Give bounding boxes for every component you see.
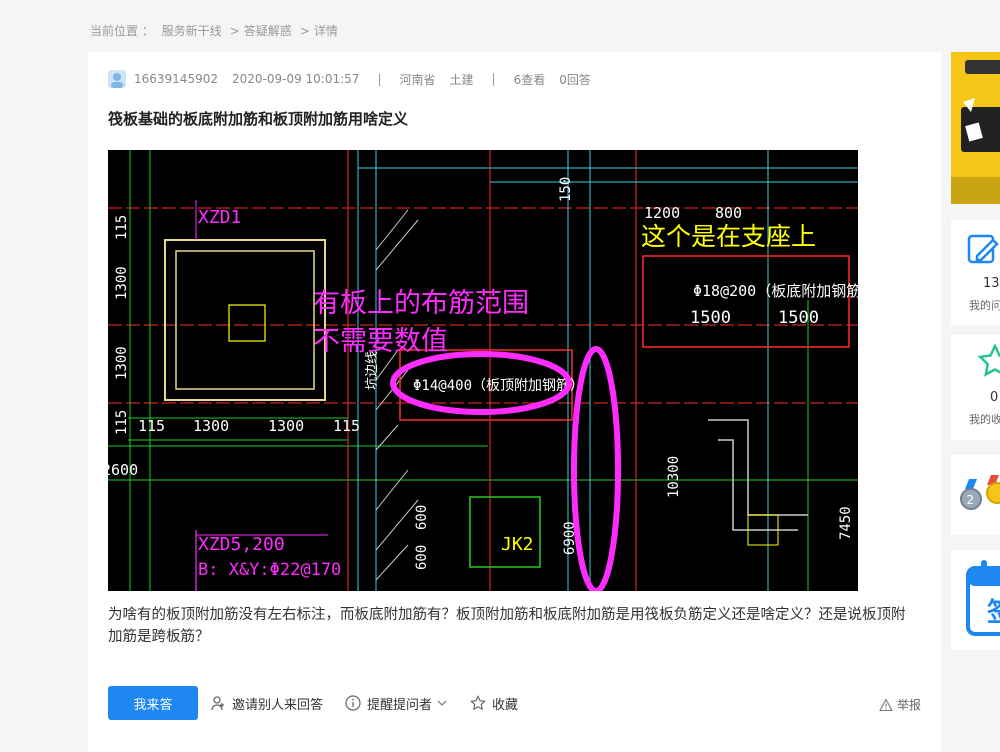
- breadcrumb: 当前位置 ： 服务新干线 > 答疑解惑 > 详情: [90, 24, 338, 38]
- dim-1300-h2: 1300: [268, 417, 304, 435]
- invite-answer-action[interactable]: 邀请别人来回答: [210, 694, 323, 713]
- dim-1200: 1200: [644, 204, 680, 222]
- dim-600-b: 600: [414, 545, 430, 570]
- favorites-label: 我的收: [969, 413, 1000, 426]
- dim-1300-v2: 1300: [114, 346, 130, 380]
- favorite-action[interactable]: 收藏: [470, 694, 518, 713]
- region: 河南省: [399, 72, 436, 87]
- invite-label: 邀请别人来回答: [232, 697, 324, 713]
- annotation-magenta-1: 有板上的布筋范围: [313, 288, 529, 319]
- dim-10300: 10300: [666, 456, 682, 498]
- breadcrumb-item-detail: 详情: [313, 24, 338, 38]
- annotation-yellow: 这个是在支座上: [641, 222, 816, 251]
- dim-1500-a: 1500: [690, 308, 731, 328]
- signin-label: 签: [987, 592, 1000, 629]
- question-meta: 16639145902 2020-09-09 10:01:57 | 河南省 土建…: [108, 70, 605, 88]
- breadcrumb-prefix: 当前位置 ：: [90, 24, 154, 38]
- question-card: 16639145902 2020-09-09 10:01:57 | 河南省 土建…: [88, 52, 941, 752]
- dim-800: 800: [715, 204, 742, 222]
- label-jk2: JK2: [501, 534, 534, 555]
- category: 土建: [449, 72, 474, 87]
- label-xzd5-rebar: B: X&Y:Φ22@170: [198, 560, 341, 580]
- breadcrumb-item-service[interactable]: 服务新干线: [162, 24, 222, 38]
- sidebar-banner[interactable]: [951, 52, 1000, 204]
- answer-button[interactable]: 我来答: [108, 686, 198, 720]
- banner-illustration-icon: [951, 60, 1000, 204]
- edit-icon: [967, 234, 999, 264]
- dim-1300-h1: 1300: [193, 417, 229, 435]
- post-datetime: 2020-09-09 10:01:57: [231, 72, 360, 86]
- medal-icon: 2: [960, 475, 1000, 510]
- remind-label: 提醒提问者: [367, 697, 433, 713]
- person-add-icon: [211, 696, 224, 711]
- info-icon: [345, 695, 361, 711]
- report-action[interactable]: 举报: [879, 696, 921, 713]
- dim-115-b: 115: [114, 410, 130, 435]
- rebar-bottom-label: Φ18@200（板底附加钢筋）: [693, 282, 858, 300]
- sidebar-my-favorites[interactable]: 0 我的收: [951, 335, 1000, 440]
- dim-115-d: 115: [333, 417, 360, 435]
- remind-asker-action[interactable]: 提醒提问者: [345, 694, 448, 713]
- star-icon: [470, 695, 486, 711]
- favorites-count: 0: [990, 390, 999, 405]
- dim-2600: 2600: [108, 461, 138, 479]
- action-bar: 我来答 邀请别人来回答 提醒提问者 收藏: [108, 686, 540, 720]
- dim-150: 150: [558, 177, 574, 202]
- rebar-top-label: Φ14@400（板顶附加钢筋）: [413, 377, 584, 394]
- report-label: 举报: [896, 698, 921, 712]
- answer-count: 0回答: [559, 72, 591, 87]
- questions-count: 139: [983, 276, 1000, 291]
- dim-1300-v1: 1300: [114, 266, 130, 300]
- dim-600-a: 600: [414, 505, 430, 530]
- dim-1500-b: 1500: [778, 308, 819, 328]
- chevron-down-icon: [437, 700, 447, 706]
- label-xzd1: XZD1: [198, 207, 241, 228]
- warning-icon: [879, 697, 893, 711]
- sidebar-my-questions[interactable]: 139 我的问: [951, 220, 1000, 325]
- question-title: 筏板基础的板底附加筋和板顶附加筋用啥定义: [108, 110, 409, 128]
- dim-115-a: 115: [114, 215, 130, 240]
- cad-drawing-image[interactable]: XZD1 XZD5,200 B: X&Y:Φ22@170 JK2 115 130…: [108, 150, 858, 591]
- favorite-label: 收藏: [492, 697, 519, 713]
- dim-7450: 7450: [838, 506, 854, 540]
- label-xzd5: XZD5,200: [198, 534, 285, 555]
- star-icon: [977, 343, 1000, 377]
- annotation-magenta-2: 不需要数值: [313, 326, 448, 357]
- svg-text:2: 2: [967, 493, 975, 507]
- dim-115-c: 115: [138, 417, 165, 435]
- question-description: 为啥有的板顶附加筋没有左右标注，而板底附加筋有？板顶附加筋和板底附加筋是用筏板负…: [108, 607, 906, 645]
- breadcrumb-item-qa[interactable]: 答疑解惑: [244, 24, 292, 38]
- questions-label: 我的问: [969, 299, 1000, 312]
- user-id[interactable]: 16639145902: [134, 72, 218, 86]
- sidebar-medals[interactable]: 2: [951, 455, 1000, 535]
- view-count: 6查看: [513, 72, 546, 87]
- avatar[interactable]: [108, 70, 126, 88]
- sidebar-signin[interactable]: 签: [951, 550, 1000, 650]
